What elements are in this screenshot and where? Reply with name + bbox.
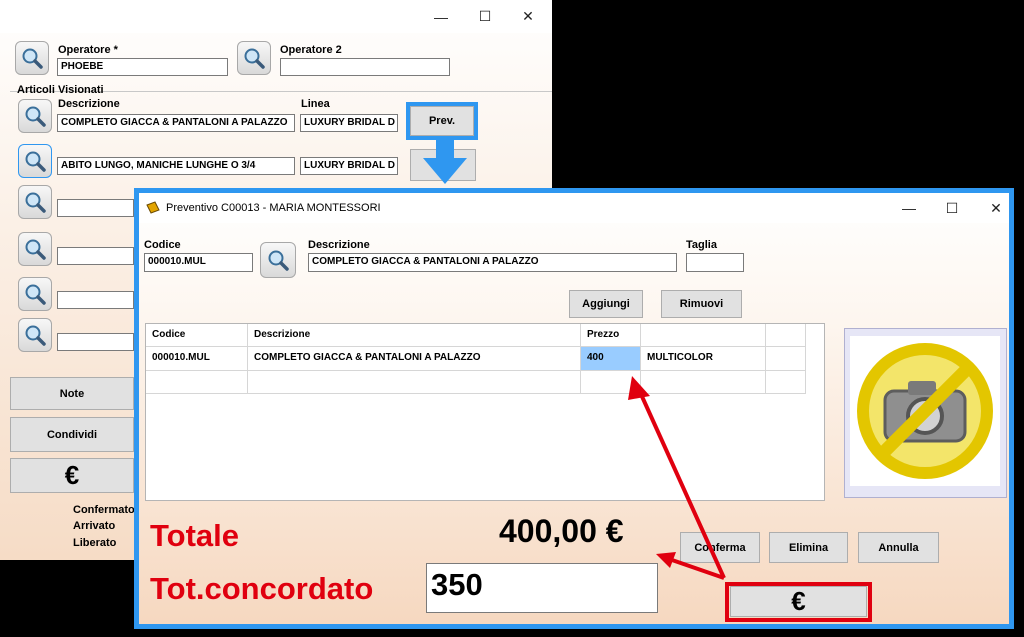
arrow-head-prezzo	[628, 376, 650, 400]
arrow-head-totale	[656, 552, 676, 568]
arrow-to-prezzo	[638, 391, 726, 579]
annotation-arrows	[628, 376, 726, 580]
